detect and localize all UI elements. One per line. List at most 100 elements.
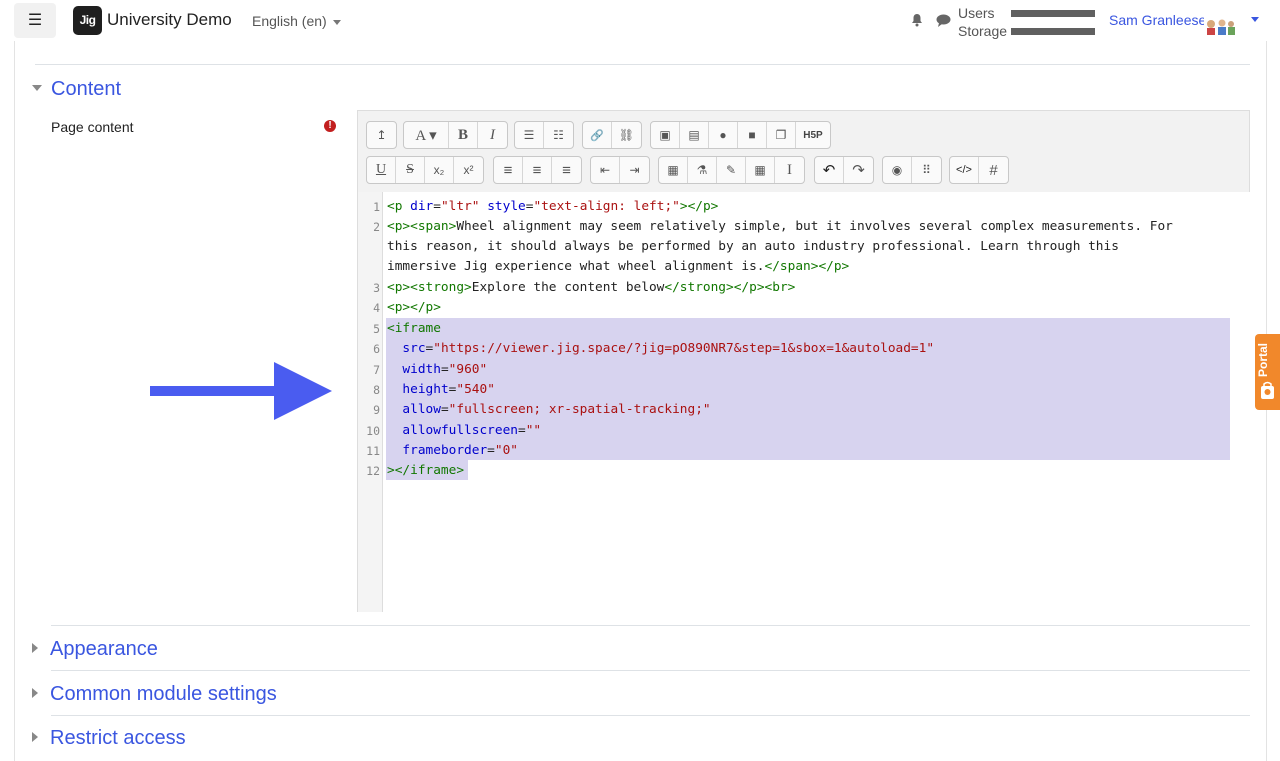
collapse-icon[interactable]: ↥	[367, 122, 396, 148]
hash-icon[interactable]: #	[979, 157, 1008, 183]
code-line: immersive Jig experience what wheel alig…	[387, 259, 849, 274]
quota-storage-label: Storage	[958, 23, 1008, 39]
caret-right-icon	[32, 642, 38, 653]
files-icon[interactable]: ❐	[767, 122, 796, 148]
media-icon[interactable]: ▤	[680, 122, 709, 148]
code-token: =	[440, 402, 449, 417]
redo-icon[interactable]: ↷	[844, 157, 873, 183]
line-number: 8	[373, 383, 380, 397]
code-line: <p><span>Wheel alignment may seem relati…	[387, 219, 1173, 234]
pencil-icon[interactable]: ✎	[717, 157, 746, 183]
bold-icon[interactable]: B	[449, 122, 478, 148]
bell-icon[interactable]	[910, 13, 924, 27]
code-token: ></p>	[679, 199, 719, 214]
code-token: style	[487, 199, 526, 214]
code-token: "0"	[494, 443, 519, 458]
code-token: =	[487, 443, 495, 458]
site-logo[interactable]: Jig	[73, 6, 102, 35]
microphone-icon[interactable]: ●	[709, 122, 738, 148]
align-right-icon[interactable]: ≡	[552, 157, 581, 183]
code-token: this reason, it should always be perform…	[387, 239, 1119, 254]
section-title: Appearance	[50, 638, 158, 660]
code-token: <iframe	[387, 321, 441, 336]
user-menu-name[interactable]: Sam Granleese	[1109, 12, 1206, 28]
outdent-icon[interactable]: ⇤	[591, 157, 620, 183]
divider	[51, 670, 1250, 671]
align-center-icon[interactable]: ≡	[523, 157, 552, 183]
calculator-icon[interactable]: ▦	[659, 157, 688, 183]
line-number: 9	[373, 403, 380, 417]
code-token: frameborder	[402, 443, 488, 458]
font-icon[interactable]: A ▾	[404, 122, 449, 148]
selection-highlight	[386, 318, 1230, 460]
numbered-list-icon[interactable]: ☷	[544, 122, 573, 148]
section-appearance-toggle[interactable]: Appearance	[32, 638, 158, 661]
strikethrough-icon[interactable]: S	[396, 157, 425, 183]
underline-icon[interactable]: U	[367, 157, 396, 183]
h5p-icon[interactable]: H5P	[796, 122, 830, 148]
code-icon[interactable]: </>	[950, 157, 979, 183]
arrow-right-icon	[150, 362, 332, 420]
code-line: <p></p>	[387, 300, 441, 315]
accessibility-icon[interactable]: ◉	[883, 157, 912, 183]
code-token: <p	[387, 199, 411, 214]
toolbar-group-indent: ⇤ ⇥	[590, 156, 650, 184]
subscript-icon[interactable]: x₂	[425, 157, 454, 183]
caret-right-icon	[32, 687, 38, 698]
toolbar-group-style: A ▾ B I	[403, 121, 508, 149]
toolbar-group-source: </> #	[949, 156, 1009, 184]
toolbar-group-media: ▣ ▤ ● ■ ❐ H5P	[650, 121, 831, 149]
superscript-icon[interactable]: x²	[454, 157, 483, 183]
line-number: 7	[373, 363, 380, 377]
divider	[51, 715, 1250, 716]
caret-right-icon	[32, 731, 38, 742]
text-cursor-icon[interactable]: I	[775, 157, 804, 183]
italic-icon[interactable]: I	[478, 122, 507, 148]
page-content-label: Page content	[51, 119, 134, 135]
language-selector[interactable]: English (en)	[252, 13, 341, 29]
chat-icon[interactable]	[936, 14, 951, 27]
caret-down-icon[interactable]	[1251, 17, 1259, 22]
code-token: width	[402, 362, 441, 377]
indent-icon[interactable]: ⇥	[620, 157, 649, 183]
line-number: 11	[366, 444, 380, 458]
html-source-editor[interactable]: 1 2 3 4 5 6 7 8 9 10 11 12 <p dir="ltr" …	[357, 192, 1250, 612]
code-token: immersive Jig experience what wheel alig…	[387, 259, 765, 274]
code-token: allowfullscreen	[402, 423, 518, 438]
code-line: ></iframe>	[387, 463, 464, 478]
flask-icon[interactable]: ⚗	[688, 157, 717, 183]
link-icon[interactable]: 🔗	[583, 122, 612, 148]
unlink-icon[interactable]: ⛓	[612, 122, 641, 148]
video-camera-icon[interactable]: ■	[738, 122, 767, 148]
code-line: <iframe	[387, 321, 441, 336]
hamburger-icon[interactable]: ☰	[14, 3, 56, 38]
braille-icon[interactable]: ⠿	[912, 157, 941, 183]
bullet-list-icon[interactable]: ☰	[515, 122, 544, 148]
code-line: this reason, it should always be perform…	[387, 239, 1119, 254]
section-common-settings-toggle[interactable]: Common module settings	[32, 683, 277, 706]
code-token: Wheel alignment may seem relatively simp…	[456, 219, 1173, 234]
site-name[interactable]: University Demo	[107, 10, 232, 30]
divider	[51, 625, 1250, 626]
code-line: allow="fullscreen; xr-spatial-tracking;"	[387, 402, 710, 417]
table-icon[interactable]: ▦	[746, 157, 775, 183]
section-content-toggle[interactable]: Content	[32, 78, 121, 101]
image-icon[interactable]: ▣	[651, 122, 680, 148]
align-left-icon[interactable]: ≡	[494, 157, 523, 183]
avatar[interactable]	[1204, 15, 1236, 37]
portal-label: Portal	[1256, 343, 1270, 378]
quota-users-bar	[1011, 10, 1095, 17]
language-label: English (en)	[252, 13, 327, 29]
code-line: src="https://viewer.jig.space/?jig=pO890…	[387, 341, 934, 356]
top-navbar: ☰ Jig University Demo English (en) Users…	[0, 0, 1280, 41]
code-line: allowfullscreen=""	[387, 423, 541, 438]
caret-down-icon	[332, 19, 341, 25]
code-token: Explore the content below	[471, 280, 665, 295]
section-title: Content	[51, 78, 122, 100]
toolbar-group-lists: ☰ ☷	[514, 121, 574, 149]
undo-icon[interactable]: ↶	[815, 157, 844, 183]
code-token: src	[402, 341, 426, 356]
